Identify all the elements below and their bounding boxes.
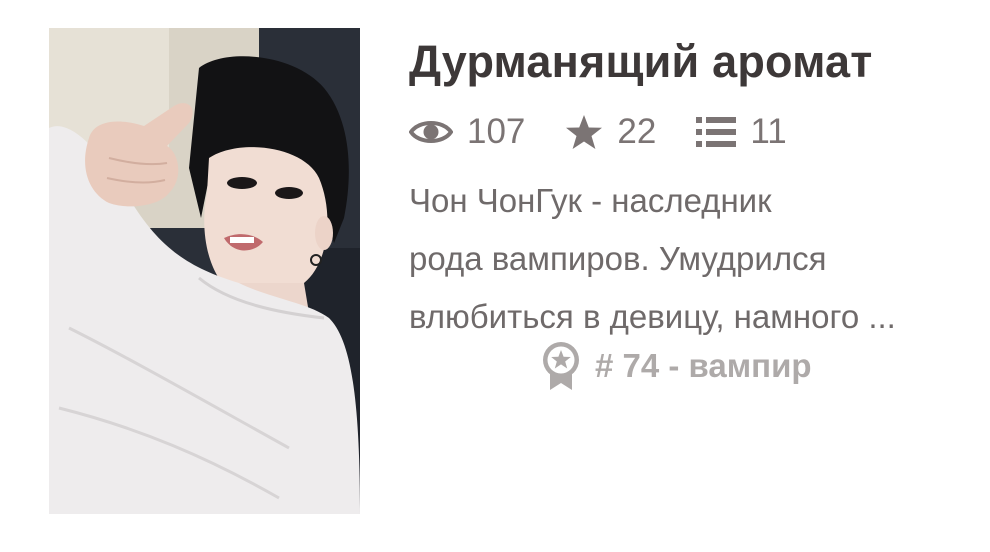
description-line: рода вампиров. Умудрился xyxy=(409,240,827,277)
rank-text: # 74 - вампир xyxy=(595,347,812,384)
stars-stat: 22 xyxy=(565,112,656,152)
story-title[interactable]: Дурманящий аромат xyxy=(409,36,872,88)
chapters-count: 11 xyxy=(750,112,787,151)
rank-tag[interactable]: # 74 - вампир xyxy=(541,340,812,392)
description-line: Чон ЧонГук - наследник xyxy=(409,182,772,219)
list-icon xyxy=(696,116,737,148)
story-card[interactable]: Дурманящий аромат 107 22 11 Чон ЧонГук -… xyxy=(0,0,990,552)
stars-count: 22 xyxy=(617,112,657,151)
description-line: влюбиться в девицу, намного ... xyxy=(409,298,896,335)
story-stats: 107 22 11 xyxy=(409,110,787,154)
story-cover-image[interactable] xyxy=(49,28,360,514)
chapters-stat: 11 xyxy=(696,112,787,152)
views-count: 107 xyxy=(467,112,526,151)
eye-icon xyxy=(409,117,453,147)
star-icon xyxy=(565,114,603,150)
award-badge-icon xyxy=(541,341,581,391)
story-description: Чон ЧонГук - наследник рода вампиров. Ум… xyxy=(409,172,969,346)
views-stat: 107 xyxy=(409,112,525,152)
